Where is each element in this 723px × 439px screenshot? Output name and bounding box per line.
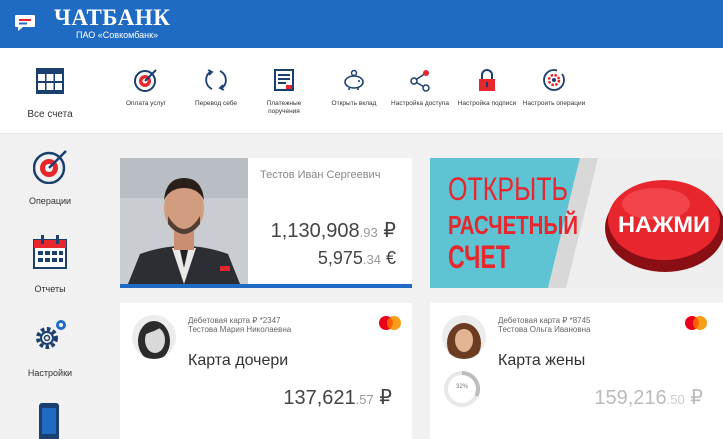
lock-icon bbox=[479, 69, 495, 91]
toolbar-configure-operations[interactable]: Настроить операции bbox=[521, 48, 587, 134]
sidebar-item-mobile[interactable] bbox=[0, 402, 100, 439]
all-accounts-button[interactable]: Все счета bbox=[0, 48, 100, 134]
avatar bbox=[132, 315, 176, 359]
spending-progress-label: 32% bbox=[455, 384, 468, 390]
euro-sign: € bbox=[380, 248, 396, 268]
sidebar-item-reports[interactable]: Отчеты bbox=[0, 234, 100, 300]
balance-eur-decimal: .34 bbox=[362, 252, 381, 267]
gears-icon bbox=[36, 320, 66, 349]
profile-photo bbox=[120, 158, 248, 284]
target-icon bbox=[33, 150, 67, 184]
balance-eur: 5,975.34 € bbox=[318, 248, 396, 269]
mastercard-icon bbox=[685, 316, 707, 330]
toolbar-open-deposit[interactable]: Открыть вклад bbox=[321, 48, 387, 134]
toolbar-label: Открыть вклад bbox=[331, 100, 377, 107]
toolbar-label: Настройка доступа bbox=[391, 100, 449, 107]
card-type: Дебетовая карта ₽ *8745 bbox=[498, 316, 591, 325]
balance-rub-integer: 1,130,908 bbox=[270, 220, 360, 242]
toolbar-payment-orders[interactable]: Платежные поручения bbox=[251, 48, 317, 134]
sidebar: Операции Отчеты Настройки bbox=[0, 134, 100, 439]
chat-bubble-icon bbox=[15, 15, 35, 31]
app-title: ЧАТБАНК bbox=[54, 5, 171, 30]
toolbar-transfer-self[interactable]: Перевод себе bbox=[183, 48, 249, 134]
gear-cycle-icon bbox=[543, 69, 565, 91]
card-label: Карта дочери bbox=[188, 352, 289, 369]
card-balance-decimal: .50 bbox=[666, 392, 685, 407]
transfer-cycle-icon bbox=[205, 69, 227, 91]
app-header: ЧАТБАНК ПАО «Совкомбанк» bbox=[0, 0, 723, 48]
open-account-banner[interactable]: ОТКРЫТЬ РАСЧЕТНЫЙ СЧЕТ НАЖМИ bbox=[430, 158, 723, 288]
main-content: Тестов Иван Сергеевич 1,130,908.93 ₽ 5,9… bbox=[100, 134, 723, 439]
app-subtitle: ПАО «Совкомбанк» bbox=[76, 30, 159, 40]
account-card[interactable]: Дебетовая карта ₽ *8745 Тестова Ольга Ив… bbox=[430, 303, 723, 439]
sidebar-item-settings[interactable]: Настройки bbox=[0, 318, 100, 384]
toolbar-label: Перевод себе bbox=[194, 100, 238, 107]
card-owner: Тестова Ольга Ивановна bbox=[498, 325, 591, 334]
card-balance-integer: 159,216 bbox=[594, 387, 667, 409]
card-balance-integer: 137,621 bbox=[283, 387, 356, 409]
sidebar-item-label: Настройки bbox=[27, 368, 73, 378]
toolbar-signature-settings[interactable]: Настройка подписи bbox=[454, 48, 520, 134]
sidebar-item-label: Отчеты bbox=[34, 284, 66, 294]
balance-rub-decimal: .93 bbox=[359, 225, 378, 240]
quick-actions-toolbar: Все счета Оплата услуг Перевод себе Плат… bbox=[0, 48, 723, 134]
target-icon bbox=[134, 69, 157, 92]
toolbar-label: Настройка подписи bbox=[457, 100, 517, 107]
card-owner: Тестова Мария Николаевна bbox=[188, 325, 292, 334]
banner-line-3: СЧЕТ bbox=[448, 239, 510, 275]
toolbar-pay-services[interactable]: Оплата услуг bbox=[113, 48, 179, 134]
card-type: Дебетовая карта ₽ *2347 bbox=[188, 316, 281, 325]
piggy-bank-icon bbox=[344, 69, 364, 90]
balance-rub: 1,130,908.93 ₽ bbox=[271, 218, 396, 243]
toolbar-label: Платежные поручения bbox=[266, 100, 302, 115]
avatar bbox=[442, 315, 486, 359]
card-balance-decimal: .57 bbox=[355, 392, 374, 407]
account-card[interactable]: Дебетовая карта ₽ *2347 Тестова Мария Ни… bbox=[120, 303, 412, 439]
all-accounts-label: Все счета bbox=[27, 109, 73, 120]
phone-icon bbox=[39, 403, 59, 439]
banner-line-2: РАСЧЕТНЫЙ bbox=[448, 210, 578, 240]
banner-line-1: ОТКРЫТЬ bbox=[448, 171, 568, 207]
ruble-sign: ₽ bbox=[373, 387, 392, 409]
banner-button-label[interactable]: НАЖМИ bbox=[618, 212, 710, 237]
calendar-icon bbox=[33, 235, 67, 269]
profile-name: Тестов Иван Сергеевич bbox=[260, 169, 381, 181]
sidebar-item-operations[interactable]: Операции bbox=[0, 148, 100, 220]
ruble-sign: ₽ bbox=[377, 220, 396, 242]
document-icon bbox=[274, 69, 294, 91]
toolbar-label: Оплата услуг bbox=[125, 100, 166, 107]
balance-eur-integer: 5,975 bbox=[317, 248, 363, 268]
profile-card[interactable]: Тестов Иван Сергеевич 1,130,908.93 ₽ 5,9… bbox=[120, 158, 412, 288]
share-icon bbox=[410, 70, 430, 92]
sidebar-item-label: Операции bbox=[28, 196, 72, 206]
grid-icon bbox=[36, 68, 64, 94]
ruble-sign: ₽ bbox=[684, 387, 703, 409]
card-label: Карта жены bbox=[498, 352, 586, 369]
card-balance: 159,216.50 ₽ bbox=[594, 385, 703, 410]
mastercard-icon bbox=[379, 316, 401, 330]
toolbar-label: Настроить операции bbox=[522, 100, 586, 107]
toolbar-access-settings[interactable]: Настройка доступа bbox=[387, 48, 453, 134]
card-balance: 137,621.57 ₽ bbox=[283, 385, 392, 410]
